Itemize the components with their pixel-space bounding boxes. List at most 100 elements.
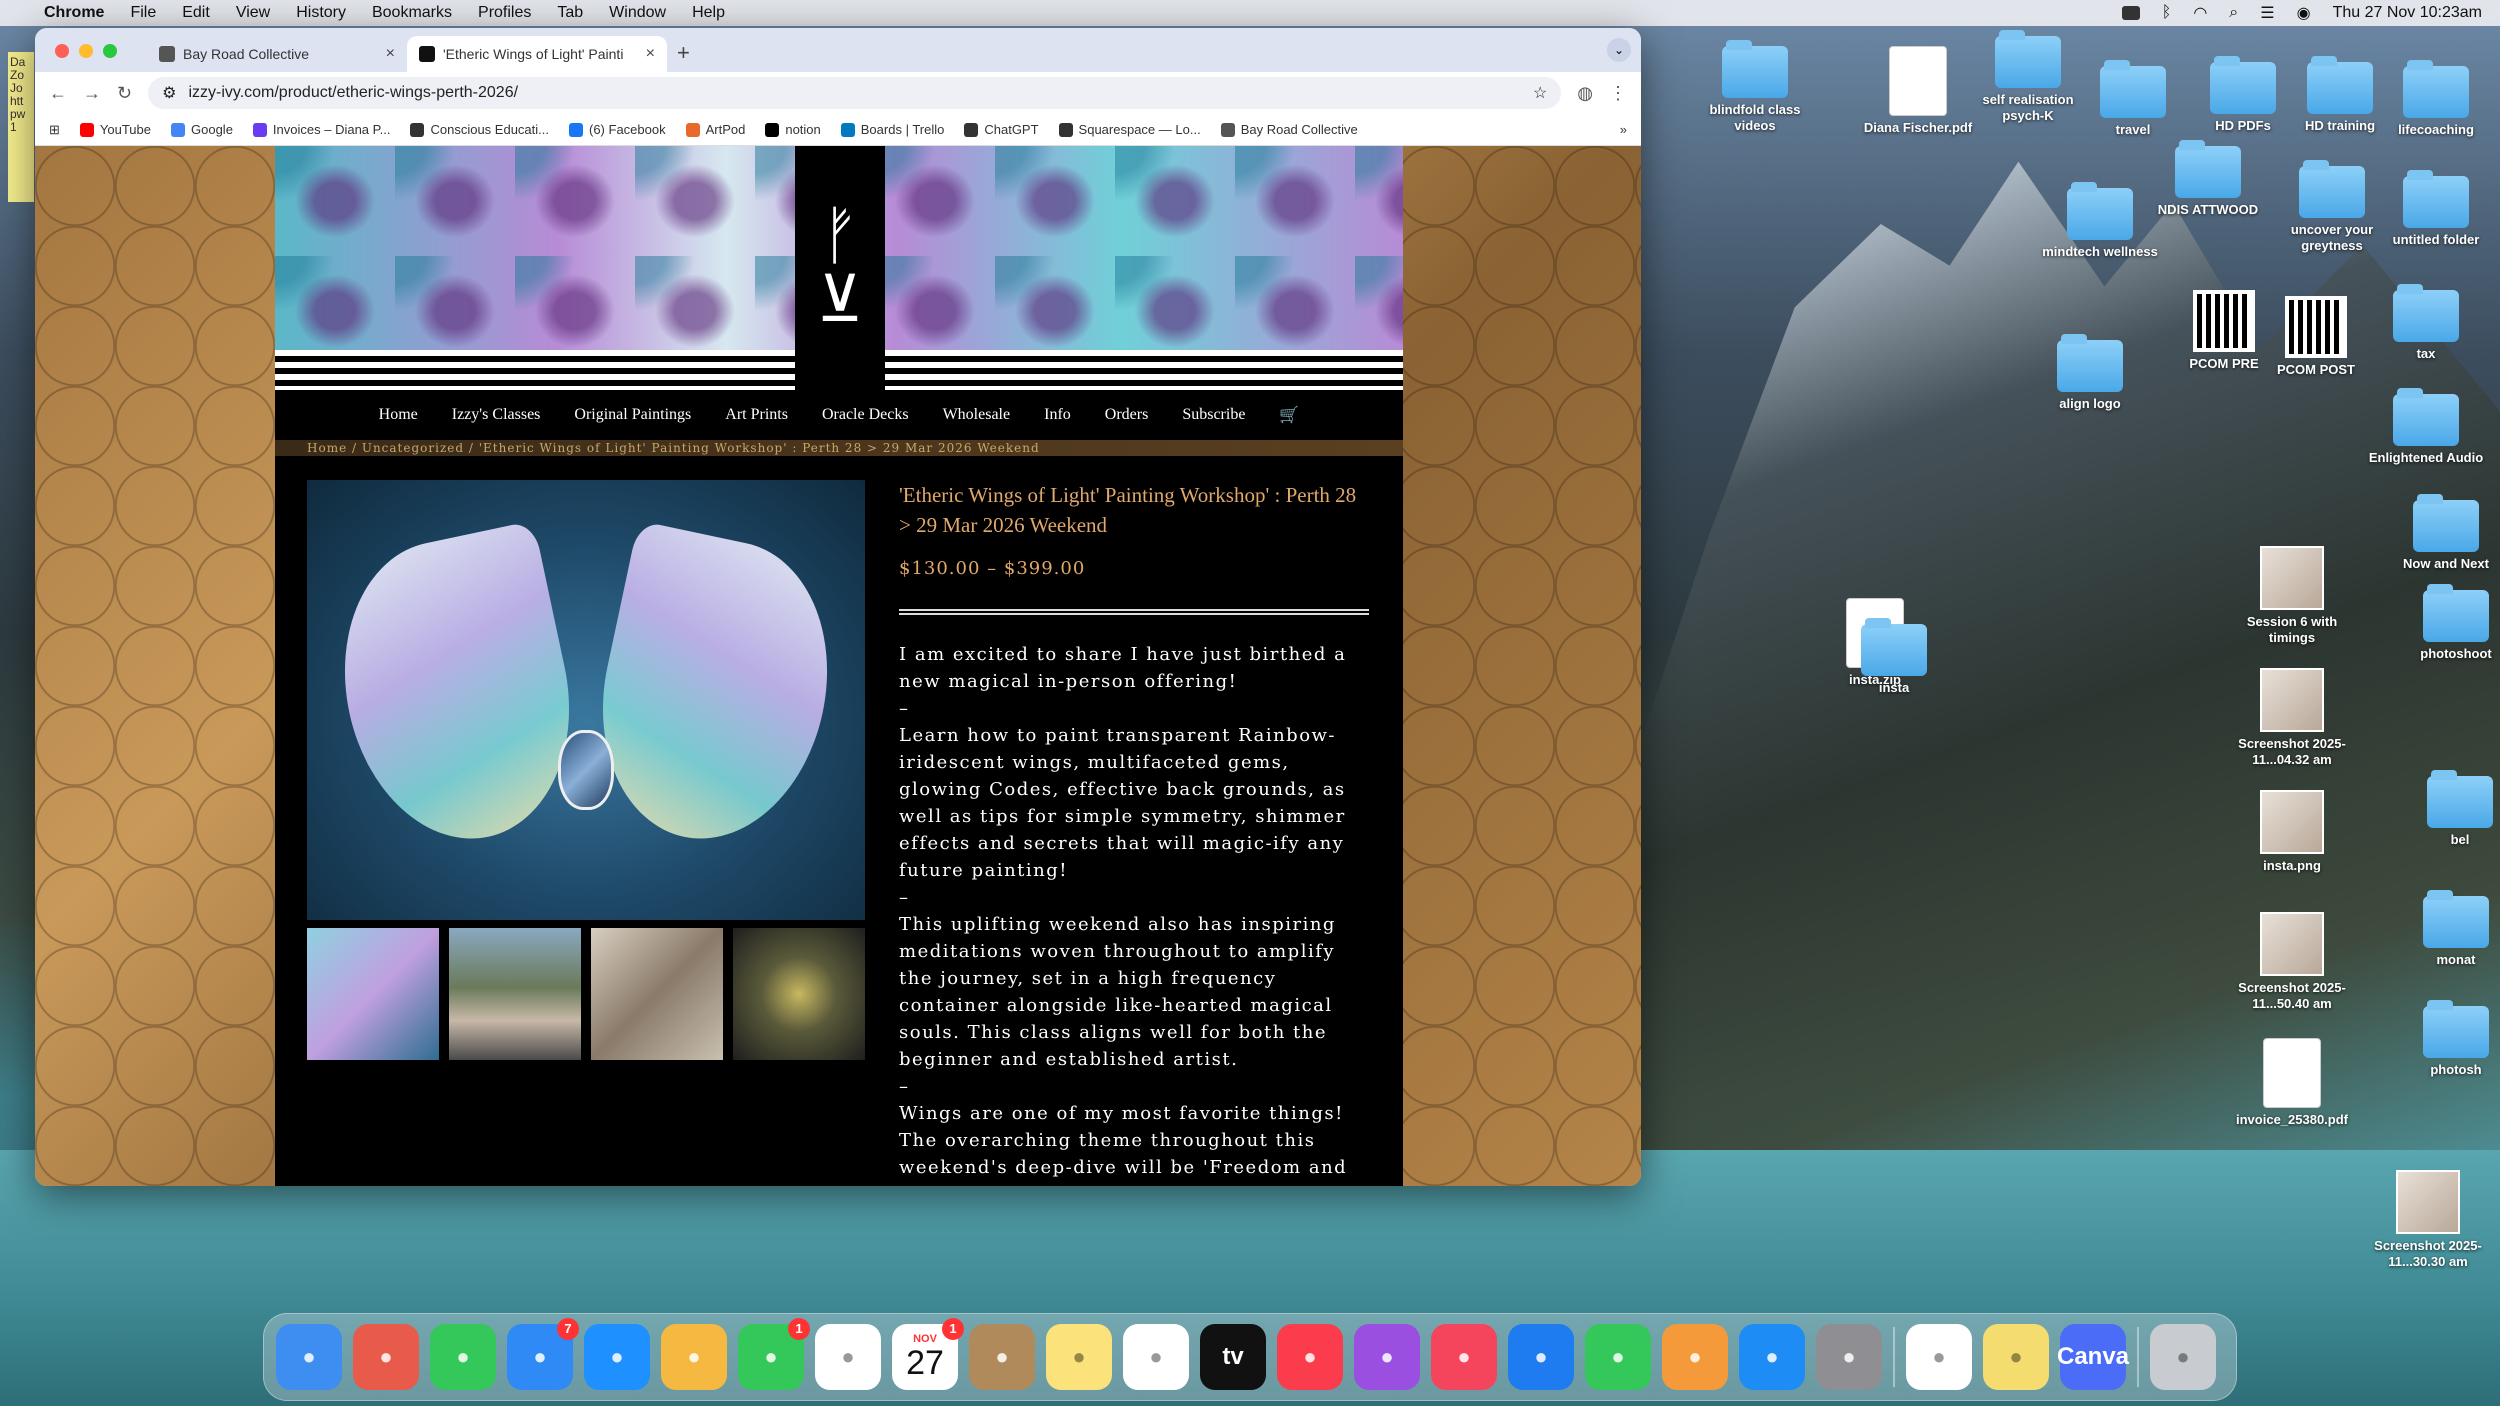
more-bookmarks-icon[interactable]: » <box>1620 122 1627 137</box>
dock-numbers[interactable]: ● <box>1585 1324 1651 1390</box>
nav-item[interactable]: Home <box>379 406 418 424</box>
close-window-button[interactable] <box>55 44 69 58</box>
desktop-item[interactable]: self realisation psych-K <box>1968 30 2088 124</box>
bookmark-item[interactable]: Squarespace — Lo... <box>1058 122 1201 137</box>
sticky-note[interactable]: Da Zo Jo htt pw 1 <box>8 52 34 202</box>
close-tab-icon[interactable]: × <box>386 45 395 63</box>
bookmark-item[interactable]: Boards | Trello <box>840 122 944 137</box>
control-center-icon[interactable]: ☰ <box>2260 3 2274 23</box>
siri-icon[interactable]: ◉ <box>2297 3 2311 23</box>
menu-help[interactable]: Help <box>692 4 725 22</box>
bookmark-item[interactable]: ChatGPT <box>964 122 1039 137</box>
desktop-item[interactable]: PCOM POST <box>2256 296 2376 378</box>
dock-reminders[interactable]: ● <box>1123 1324 1189 1390</box>
nav-item[interactable]: Wholesale <box>943 406 1011 424</box>
dock-finder[interactable]: ● <box>276 1324 342 1390</box>
dock-trash[interactable]: ● <box>2150 1324 2216 1390</box>
close-tab-icon[interactable]: × <box>646 45 655 63</box>
dock-safari[interactable]: ● <box>584 1324 650 1390</box>
menu-tab[interactable]: Tab <box>557 4 583 22</box>
desktop-item[interactable]: insta <box>1834 618 1954 696</box>
nav-item[interactable]: Art Prints <box>725 406 788 424</box>
zoom-window-button[interactable] <box>103 44 117 58</box>
cart-icon[interactable]: 🛒 <box>1279 405 1299 425</box>
thumbnail-4[interactable] <box>733 928 865 1060</box>
thumbnail-2[interactable] <box>449 928 581 1060</box>
nav-item[interactable]: Izzy's Classes <box>452 406 541 424</box>
desktop-item[interactable]: lifecoaching <box>2376 60 2496 138</box>
dock-freeform[interactable]: ● <box>815 1324 881 1390</box>
desktop-item[interactable]: photosh <box>2396 1000 2500 1078</box>
site-settings-icon[interactable]: ⚙ <box>162 83 176 103</box>
bookmark-item[interactable]: YouTube <box>79 122 151 137</box>
menu-edit[interactable]: Edit <box>182 4 210 22</box>
desktop-item[interactable]: uncover your greytness <box>2272 160 2392 254</box>
menu-view[interactable]: View <box>236 4 270 22</box>
bookmark-item[interactable]: Google <box>171 122 233 137</box>
dock-calendar[interactable]: NOV 27 1 <box>892 1318 964 1390</box>
menu-window[interactable]: Window <box>609 4 666 22</box>
profile-avatar[interactable]: ◍ <box>1577 83 1593 104</box>
desktop-item[interactable]: travel <box>2073 60 2193 138</box>
desktop-item[interactable]: Enlightened Audio <box>2366 388 2486 466</box>
menu-profiles[interactable]: Profiles <box>478 4 531 22</box>
tab-search-button[interactable]: ⌄ <box>1607 38 1631 62</box>
dock-canva[interactable]: Canva <box>2057 1324 2129 1390</box>
bookmark-item[interactable]: notion <box>765 122 821 137</box>
bookmark-item[interactable]: Invoices – Diana P... <box>252 122 390 137</box>
desktop-item[interactable]: photoshoot <box>2396 584 2500 662</box>
menu-bookmarks[interactable]: Bookmarks <box>372 4 452 22</box>
desktop-item[interactable]: untitled folder <box>2376 170 2496 248</box>
nav-item[interactable]: Orders <box>1105 406 1149 424</box>
desktop-item[interactable]: bel <box>2400 770 2500 848</box>
dock-news[interactable]: ● <box>1431 1324 1497 1390</box>
site-logo[interactable]: ᚠ ⊻ <box>795 146 885 390</box>
dock-music[interactable]: ● <box>1277 1324 1343 1390</box>
desktop-item[interactable]: NDIS ATTWOOD <box>2148 140 2268 218</box>
desktop-item[interactable]: monat <box>2396 890 2500 968</box>
url-text[interactable]: izzy-ivy.com/product/etheric-wings-perth… <box>188 84 1521 102</box>
menu-clock[interactable]: Thu 27 Nov 10:23am <box>2333 4 2482 22</box>
desktop-item[interactable]: blindfold class videos <box>1695 40 1815 134</box>
dock-stickies[interactable]: ● <box>1983 1324 2049 1390</box>
tab-bay-road-collective[interactable]: Bay Road Collective × <box>147 36 407 72</box>
dock-podcasts[interactable]: ● <box>1354 1324 1420 1390</box>
dock-launchpad[interactable]: ● <box>353 1324 419 1390</box>
desktop-item[interactable]: Diana Fischer.pdf <box>1858 46 1978 136</box>
dock-notes[interactable]: ● <box>1046 1324 1112 1390</box>
desktop-item[interactable]: insta.png <box>2232 790 2352 874</box>
dock-contacts[interactable]: ● <box>969 1324 1035 1390</box>
bookmark-star-icon[interactable]: ☆ <box>1533 83 1547 103</box>
dock-mail[interactable]: ● 7 <box>507 1318 579 1390</box>
desktop-item[interactable]: Screenshot 2025-11...04.32 am <box>2232 668 2352 768</box>
address-bar[interactable]: ⚙ izzy-ivy.com/product/etheric-wings-per… <box>148 77 1562 109</box>
dock-system-settings[interactable]: ● <box>1816 1324 1882 1390</box>
nav-item[interactable]: Subscribe <box>1182 406 1245 424</box>
desktop-item[interactable]: Session 6 with timings <box>2232 546 2352 646</box>
bookmark-item[interactable]: Conscious Educati... <box>410 122 549 137</box>
desktop-item[interactable]: align logo <box>2030 334 2150 412</box>
nav-item[interactable]: Oracle Decks <box>822 406 909 424</box>
wifi-icon[interactable]: ◠ <box>2193 3 2207 23</box>
bookmark-item[interactable]: ArtPod <box>685 122 745 137</box>
dock-keynote[interactable]: ● <box>1508 1324 1574 1390</box>
bookmark-item[interactable]: (6) Facebook <box>569 122 666 137</box>
reload-button[interactable]: ↻ <box>117 83 132 104</box>
spotlight-icon[interactable]: ⌕ <box>2229 4 2238 22</box>
back-button[interactable]: ← <box>49 83 67 104</box>
new-tab-button[interactable]: + <box>677 40 690 66</box>
chatgpt-icon[interactable] <box>2121 6 2140 20</box>
thumbnail-3[interactable] <box>591 928 723 1060</box>
dock-photos[interactable]: ● <box>661 1324 727 1390</box>
breadcrumb[interactable]: Home / Uncategorized / 'Etheric Wings of… <box>275 440 1403 456</box>
desktop-item[interactable]: tax <box>2366 284 2486 362</box>
menu-history[interactable]: History <box>296 4 346 22</box>
dock-facetime[interactable]: ● 1 <box>738 1318 810 1390</box>
dock-chrome[interactable]: ● <box>1906 1324 1972 1390</box>
thumbnail-1[interactable] <box>307 928 439 1060</box>
nav-item[interactable]: Info <box>1044 406 1071 424</box>
menu-app-name[interactable]: Chrome <box>44 4 104 22</box>
forward-button[interactable]: → <box>83 83 101 104</box>
desktop-item[interactable]: Now and Next <box>2386 494 2500 572</box>
bluetooth-icon[interactable]: ᛒ <box>2162 4 2172 22</box>
